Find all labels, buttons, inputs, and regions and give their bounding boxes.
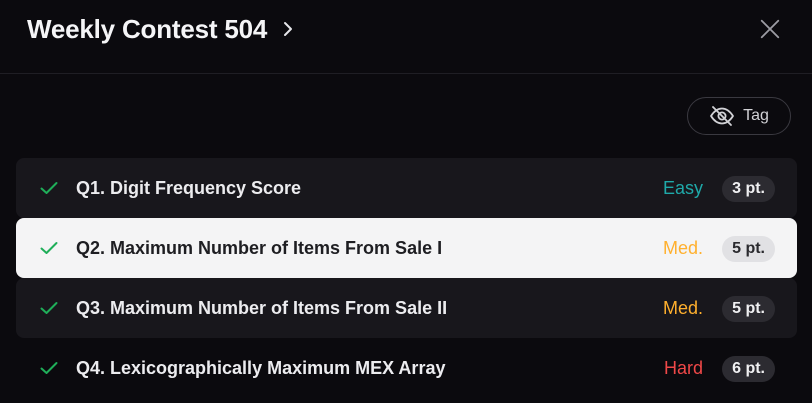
tag-button-label: Tag — [743, 107, 769, 124]
points-badge: 5 pt. — [722, 236, 775, 262]
difficulty-label-easy: Easy — [662, 178, 703, 198]
chevron-right-icon — [284, 22, 293, 36]
question-row-q1[interactable]: Q1. Digit Frequency Score Easy 3 pt. — [16, 158, 797, 218]
difficulty-label-medium: Med. — [662, 298, 703, 318]
check-icon — [40, 362, 58, 374]
question-title: Q4. Lexicographically Maximum MEX Array — [76, 358, 446, 378]
question-title: Q1. Digit Frequency Score — [76, 178, 302, 198]
eye-off-icon — [710, 106, 734, 126]
difficulty-label-hard: Hard — [663, 358, 703, 378]
contest-title-link[interactable]: Weekly Contest 504 — [27, 12, 295, 46]
close-button[interactable] — [757, 16, 783, 42]
question-row-q2[interactable]: Q2. Maximum Number of Items From Sale I … — [16, 218, 797, 278]
check-icon — [40, 242, 58, 254]
panel-header: Weekly Contest 504 — [0, 0, 812, 74]
points-badge: 3 pt. — [722, 176, 775, 202]
question-row-q4[interactable]: Q4. Lexicographically Maximum MEX Array … — [16, 338, 797, 398]
points-badge: 5 pt. — [722, 296, 775, 322]
question-title: Q3. Maximum Number of Items From Sale II — [76, 298, 448, 318]
close-icon — [760, 19, 780, 39]
check-icon — [40, 302, 58, 314]
question-list: Q1. Digit Frequency Score Easy 3 pt. Q2.… — [16, 158, 797, 398]
difficulty-label-medium: Med. — [662, 238, 703, 258]
question-title: Q2. Maximum Number of Items From Sale I — [76, 238, 443, 258]
question-row-q3[interactable]: Q3. Maximum Number of Items From Sale II… — [16, 278, 797, 338]
contest-panel: Weekly Contest 504 Tag Q1. Digit Frequen… — [0, 0, 812, 403]
tag-toggle-button[interactable]: Tag — [687, 97, 791, 135]
points-badge: 6 pt. — [722, 356, 775, 382]
contest-title: Weekly Contest 504 — [27, 14, 268, 44]
check-icon — [40, 182, 58, 194]
